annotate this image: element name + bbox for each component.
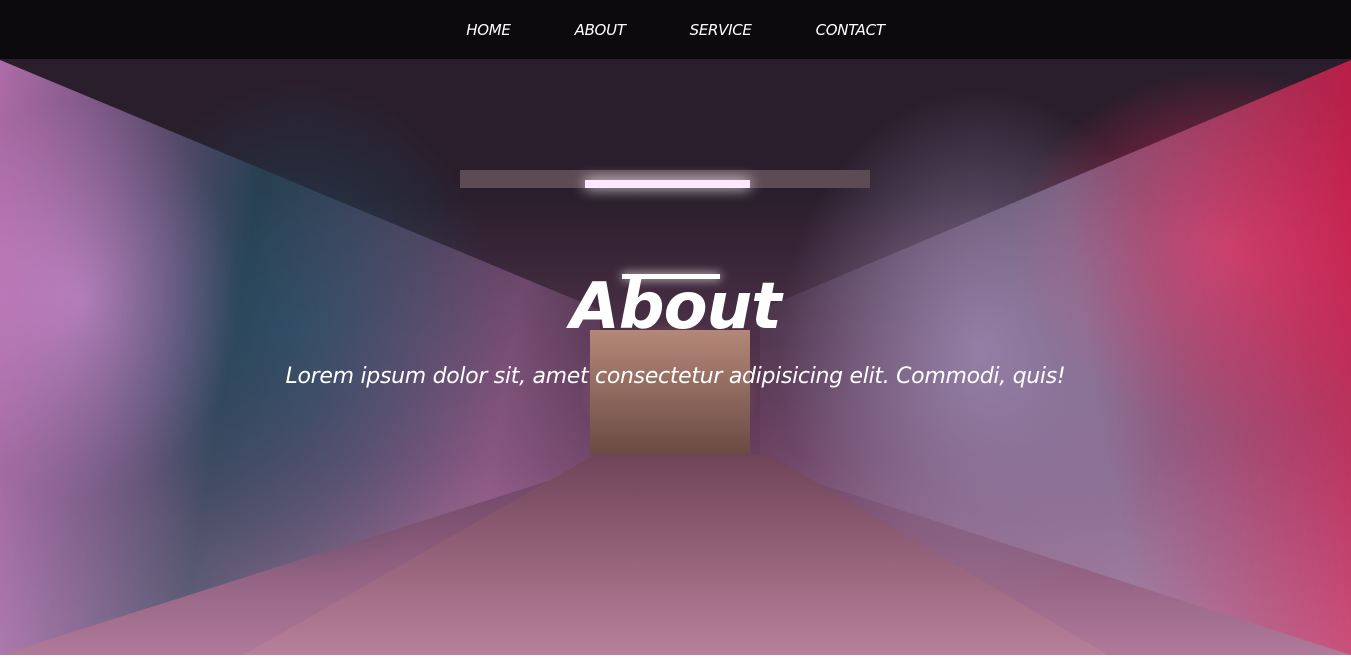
nav-home[interactable]: HOME [466,21,511,39]
nav-service[interactable]: SERVICE [690,21,752,39]
top-navbar: HOME ABOUT SERVICE CONTACT [0,0,1351,59]
page-title: About [570,270,781,344]
nav-contact[interactable]: CONTACT [816,21,885,39]
nav-about[interactable]: ABOUT [575,21,626,39]
hero-subtitle: Lorem ipsum dolor sit, amet consectetur … [285,364,1066,389]
ceiling-light [585,180,750,188]
tunnel-end-wall [590,330,750,455]
